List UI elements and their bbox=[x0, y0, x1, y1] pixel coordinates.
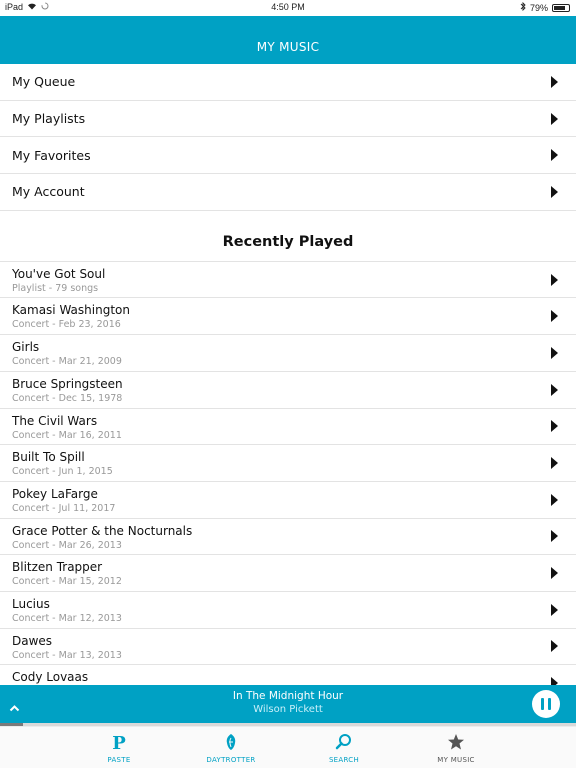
bluetooth-icon bbox=[520, 1, 526, 13]
item-subtitle: Concert - Jun 1, 2015 bbox=[12, 466, 113, 478]
tab-bar: P PASTE DAYTROTTER SEARCH MY MUSIC bbox=[0, 726, 576, 768]
content-list[interactable]: My Queue My Playlists My Favorites My Ac… bbox=[0, 64, 576, 685]
menu-item-my-favorites[interactable]: My Favorites bbox=[0, 137, 576, 175]
menu-item-my-queue[interactable]: My Queue bbox=[0, 64, 576, 101]
svg-text:P: P bbox=[112, 733, 126, 751]
list-item[interactable]: Pokey LaFarge Concert - Jul 11, 2017 bbox=[0, 482, 576, 519]
list-item[interactable]: Grace Potter & the Nocturnals Concert - … bbox=[0, 519, 576, 556]
item-title: You've Got Soul bbox=[12, 266, 106, 281]
chevron-right-icon bbox=[551, 185, 558, 198]
mini-player[interactable]: In The Midnight Hour Wilson Pickett bbox=[0, 685, 576, 723]
recently-played-heading: Recently Played bbox=[0, 211, 576, 262]
item-title: The Civil Wars bbox=[12, 413, 98, 428]
item-title: Built To Spill bbox=[12, 450, 85, 465]
daytrotter-icon bbox=[186, 733, 276, 753]
pause-icon bbox=[541, 698, 544, 710]
chevron-right-icon bbox=[551, 567, 558, 580]
list-item[interactable]: Lucius Concert - Mar 12, 2013 bbox=[0, 592, 576, 629]
list-item[interactable]: Blitzen Trapper Concert - Mar 15, 2012 bbox=[0, 555, 576, 592]
menu-item-label: My Playlists bbox=[12, 111, 86, 127]
item-subtitle: Concert - Mar 16, 2011 bbox=[12, 429, 122, 441]
status-right: 79% bbox=[520, 1, 570, 13]
list-item[interactable]: Bruce Springsteen Concert - Dec 15, 1978 bbox=[0, 372, 576, 409]
item-title: Cody Lovaas bbox=[12, 670, 89, 685]
tab-label: DAYTROTTER bbox=[206, 756, 256, 764]
tab-my-music[interactable]: MY MUSIC bbox=[411, 727, 501, 768]
battery-percent: 79% bbox=[529, 2, 548, 13]
status-time: 4:50 PM bbox=[271, 2, 305, 12]
chevron-right-icon bbox=[551, 346, 558, 359]
list-item[interactable]: Cody Lovaas bbox=[0, 665, 576, 685]
chevron-right-icon bbox=[551, 420, 558, 433]
item-title: Lucius bbox=[12, 596, 50, 611]
menu-item-my-account[interactable]: My Account bbox=[0, 174, 576, 211]
item-subtitle: Concert - Dec 15, 1978 bbox=[12, 392, 123, 404]
battery-icon bbox=[552, 3, 570, 12]
chevron-right-icon bbox=[551, 603, 558, 616]
chevron-right-icon bbox=[551, 383, 558, 396]
item-subtitle: Concert - Mar 26, 2013 bbox=[12, 539, 122, 551]
menu-item-label: My Account bbox=[12, 184, 85, 200]
menu-item-label: My Queue bbox=[12, 74, 76, 90]
item-subtitle: Playlist - 79 songs bbox=[12, 282, 99, 294]
now-playing-artist: Wilson Pickett bbox=[253, 704, 323, 715]
page-title: MY MUSIC bbox=[256, 40, 320, 54]
list-item[interactable]: Kamasi Washington Concert - Feb 23, 2016 bbox=[0, 298, 576, 336]
chevron-right-icon bbox=[551, 530, 558, 543]
item-subtitle: Concert - Feb 23, 2016 bbox=[12, 319, 121, 331]
chevron-right-icon bbox=[551, 640, 558, 653]
tab-label: PASTE bbox=[107, 756, 131, 764]
tab-label: MY MUSIC bbox=[437, 756, 475, 764]
paste-p-icon: P bbox=[74, 733, 164, 753]
list-item[interactable]: Built To Spill Concert - Jun 1, 2015 bbox=[0, 445, 576, 482]
item-subtitle: Concert - Jul 11, 2017 bbox=[12, 502, 116, 514]
item-subtitle: Concert - Mar 13, 2013 bbox=[12, 649, 122, 661]
tab-search[interactable]: SEARCH bbox=[299, 727, 389, 768]
item-title: Dawes bbox=[12, 633, 53, 648]
chevron-right-icon bbox=[551, 493, 558, 506]
status-bar: iPad 4:50 PM 79% bbox=[0, 0, 576, 16]
list-item[interactable]: The Civil Wars Concert - Mar 16, 2011 bbox=[0, 409, 576, 446]
header-bar: MY MUSIC bbox=[0, 16, 576, 64]
list-item[interactable]: Dawes Concert - Mar 13, 2013 bbox=[0, 629, 576, 666]
chevron-right-icon bbox=[551, 273, 558, 286]
chevron-right-icon bbox=[551, 677, 558, 685]
list-item[interactable]: Girls Concert - Mar 21, 2009 bbox=[0, 335, 576, 372]
pause-icon bbox=[548, 698, 551, 710]
item-subtitle: Concert - Mar 12, 2013 bbox=[12, 612, 122, 624]
chevron-right-icon bbox=[551, 75, 558, 88]
chevron-right-icon bbox=[551, 310, 558, 323]
star-icon bbox=[411, 733, 501, 753]
now-playing-title: In The Midnight Hour bbox=[232, 690, 344, 702]
chevron-right-icon bbox=[551, 149, 558, 162]
item-title: Kamasi Washington bbox=[12, 303, 130, 318]
menu-item-label: My Favorites bbox=[12, 147, 91, 163]
tab-paste[interactable]: P PASTE bbox=[74, 727, 164, 768]
search-icon bbox=[299, 733, 389, 753]
item-subtitle: Concert - Mar 21, 2009 bbox=[12, 356, 122, 368]
item-title: Girls bbox=[12, 340, 40, 355]
item-title: Pokey LaFarge bbox=[12, 486, 98, 501]
tab-label: SEARCH bbox=[328, 756, 360, 764]
list-item[interactable]: You've Got Soul Playlist - 79 songs bbox=[0, 262, 576, 299]
item-subtitle: Concert - Mar 15, 2012 bbox=[12, 576, 122, 588]
chevron-right-icon bbox=[551, 457, 558, 470]
chevron-right-icon bbox=[551, 112, 558, 125]
menu-item-my-playlists[interactable]: My Playlists bbox=[0, 101, 576, 138]
item-title: Bruce Springsteen bbox=[12, 376, 123, 391]
pause-button[interactable] bbox=[532, 690, 560, 718]
item-title: Blitzen Trapper bbox=[12, 560, 103, 575]
item-title: Grace Potter & the Nocturnals bbox=[12, 523, 193, 538]
tab-daytrotter[interactable]: DAYTROTTER bbox=[186, 727, 276, 768]
